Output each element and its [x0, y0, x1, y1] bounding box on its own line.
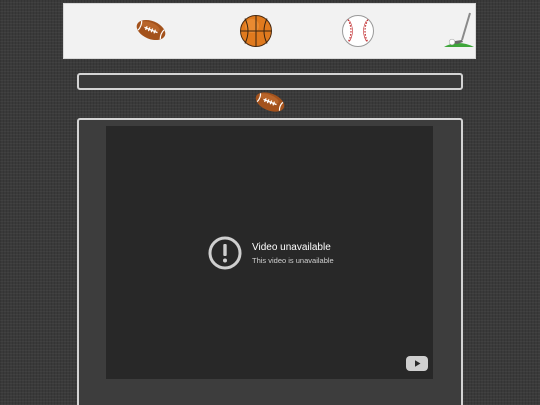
youtube-logo-icon[interactable]: [406, 356, 428, 371]
video-error-message: Video unavailable This video is unavaila…: [208, 236, 334, 270]
football-icon: [255, 92, 285, 112]
baseball-icon[interactable]: [341, 14, 375, 48]
alert-icon: [208, 236, 242, 270]
golf-icon[interactable]: [442, 10, 476, 50]
video-player[interactable]: Video unavailable This video is unavaila…: [106, 126, 433, 379]
basketball-icon[interactable]: [239, 14, 273, 48]
search-bar[interactable]: [77, 73, 463, 90]
sports-nav: [63, 3, 476, 59]
error-subtitle: This video is unavailable: [252, 255, 334, 265]
error-title: Video unavailable: [252, 241, 331, 253]
football-icon[interactable]: [134, 16, 168, 44]
